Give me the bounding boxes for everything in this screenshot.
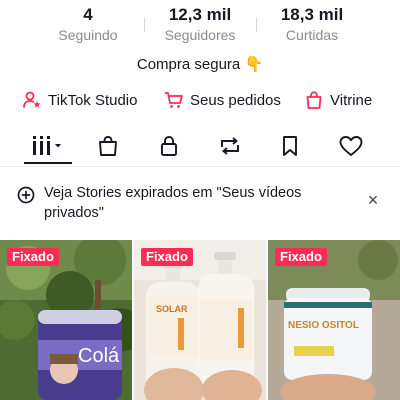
pinned-badge: Fixado (141, 248, 193, 266)
showcase-label: Vitrine (330, 91, 373, 109)
tab-reposts[interactable] (205, 128, 255, 164)
profile-bio: Compra segura 👇 (0, 55, 400, 75)
bottle-label: SOLAR (156, 304, 188, 314)
followers-count: 12,3 mil (168, 5, 232, 24)
following-label: Seguindo (58, 27, 118, 43)
tab-videos[interactable] (23, 128, 73, 164)
pinned-badge: Fixado (7, 248, 59, 266)
close-icon[interactable]: × (362, 189, 384, 211)
pinned-badge: Fixado (275, 248, 327, 266)
cart-icon (164, 92, 183, 108)
person-star-icon (23, 91, 41, 108)
video-thumbnail[interactable]: NESIO OSITOL Fixado (268, 240, 400, 400)
jar-label: Colá (78, 345, 120, 367)
shopping-bag-icon (306, 91, 322, 109)
likes-label: Curtidas (285, 27, 339, 43)
jar-label: NESIO OSITOL (288, 320, 359, 331)
tab-liked[interactable] (326, 128, 376, 164)
profile-stats: 4 Seguindo 12,3 mil Seguidores 18,3 mil … (0, 4, 400, 46)
bag-icon (99, 136, 117, 156)
profile-links: TikTok Studio Seus pedidos Vitrine (0, 88, 400, 112)
orders-label: Seus pedidos (190, 91, 281, 109)
grid-lines-icon (33, 136, 61, 155)
showcase-link[interactable]: Vitrine (304, 88, 372, 112)
tiktok-studio-link[interactable]: TikTok Studio (22, 88, 137, 112)
video-grid: Colá Fixado SOLAR Fixado NESIO OSITOL Fi… (0, 240, 400, 400)
orders-link[interactable]: Seus pedidos (164, 88, 281, 112)
heart-icon (339, 136, 363, 156)
notice-text: Veja Stories expirados em "Seus vídeos p… (44, 185, 302, 221)
expired-stories-notice[interactable]: Veja Stories expirados em "Seus vídeos p… (0, 177, 400, 227)
tab-shop[interactable] (83, 128, 133, 164)
followers-stat[interactable]: 12,3 mil Seguidores (145, 4, 255, 44)
tab-favorites[interactable] (265, 128, 315, 164)
bio-text: Compra segura (136, 56, 241, 73)
following-stat[interactable]: 4 Seguindo (33, 4, 143, 44)
tiktok-studio-label: TikTok Studio (48, 91, 138, 109)
following-count: 4 (83, 5, 93, 24)
likes-count: 18,3 mil (280, 5, 344, 24)
bookmark-icon (283, 136, 297, 156)
active-tab-indicator (24, 162, 72, 164)
likes-stat[interactable]: 18,3 mil Curtidas (257, 4, 367, 44)
lock-icon (161, 136, 177, 156)
tab-private[interactable] (144, 128, 194, 164)
profile-tabs (0, 128, 400, 166)
repost-icon (221, 137, 239, 155)
video-thumbnail[interactable]: Colá Fixado (0, 240, 132, 400)
pointing-down-emoji: 👇 (244, 56, 264, 73)
followers-label: Seguidores (164, 27, 236, 43)
video-thumbnail[interactable]: SOLAR Fixado (134, 240, 266, 400)
tabs-divider (0, 166, 400, 167)
add-circle-icon (17, 186, 35, 204)
